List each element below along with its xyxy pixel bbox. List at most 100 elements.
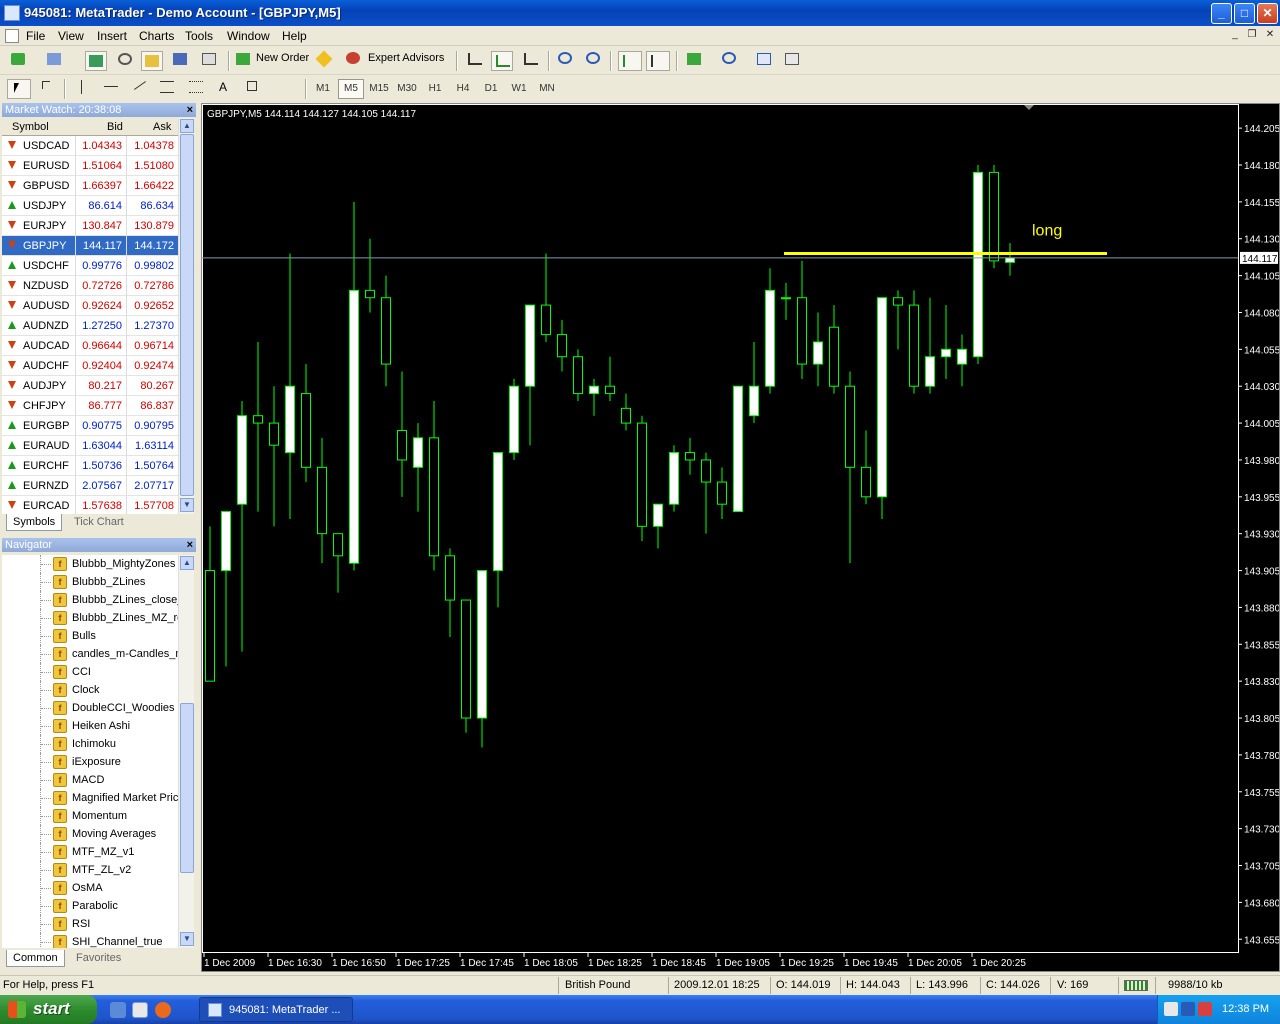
text-tool[interactable]: A [219, 80, 227, 94]
market-watch-row[interactable]: AUDUSD 0.92624 0.92652 [2, 296, 178, 316]
tray-star-icon[interactable] [1181, 1002, 1195, 1016]
column-bid[interactable]: Bid [107, 121, 123, 133]
navigator-indicator-item[interactable]: f MACD [2, 771, 178, 789]
menu-charts[interactable]: Charts [139, 29, 174, 43]
new-order-icon[interactable] [236, 53, 250, 65]
market-watch-row[interactable]: AUDCAD 0.96644 0.96714 [2, 336, 178, 356]
column-ask[interactable]: Ask [153, 121, 171, 133]
timeframe-m15[interactable]: M15 [366, 79, 392, 99]
fibonacci-icon[interactable] [189, 81, 203, 93]
chart-shift-toggle[interactable] [646, 51, 670, 71]
navigator-indicator-item[interactable]: f SHI_Channel_true [2, 933, 178, 948]
timeframe-m1[interactable]: M1 [310, 79, 336, 99]
close-button[interactable]: ✕ [1257, 3, 1278, 24]
zoom-out-icon[interactable] [586, 52, 600, 64]
timeframe-h1[interactable]: H1 [422, 79, 448, 99]
terminal-icon[interactable] [173, 53, 187, 65]
navigator-indicator-item[interactable]: f Blubbb_MightyZones [2, 555, 178, 573]
tray-security-icon[interactable] [1198, 1002, 1212, 1016]
chart-window[interactable]: 144.205 144.180 144.155 144.130 144.105 144.0… [201, 103, 1280, 972]
cursor-tool[interactable] [7, 79, 31, 99]
scroll-down-arrow-icon[interactable]: ▼ [180, 932, 194, 946]
navigator-indicator-item[interactable]: f MTF_ZL_v2 [2, 861, 178, 879]
warning-icon[interactable] [315, 50, 333, 68]
chart-properties-icon[interactable] [785, 53, 799, 65]
menu-help[interactable]: Help [282, 29, 307, 43]
navigator-indicator-item[interactable]: f Blubbb_ZLines [2, 573, 178, 591]
market-watch-row[interactable]: AUDCHF 0.92404 0.92474 [2, 356, 178, 376]
profiles-icon[interactable] [47, 53, 61, 65]
maximize-button[interactable]: □ [1234, 3, 1255, 24]
market-watch-row[interactable]: USDCAD 1.04343 1.04378 [2, 136, 178, 156]
navigator-indicator-item[interactable]: f Bulls [2, 627, 178, 645]
quicklaunch-app-icon[interactable] [132, 1002, 148, 1018]
market-watch-row[interactable]: EURAUD 1.63044 1.63114 [2, 436, 178, 456]
navigator-toggle[interactable] [141, 51, 163, 71]
market-watch-row[interactable]: CHFJPY 86.777 86.837 [2, 396, 178, 416]
market-watch-row[interactable]: USDJPY 86.614 86.634 [2, 196, 178, 216]
market-watch-row[interactable]: GBPJPY 144.117 144.172 [2, 236, 178, 256]
market-watch-row[interactable]: AUDJPY 80.217 80.267 [2, 376, 178, 396]
navigator-indicator-item[interactable]: f MTF_MZ_v1 [2, 843, 178, 861]
navigator-indicator-item[interactable]: f Heiken Ashi [2, 717, 178, 735]
market-watch-row[interactable]: EURCHF 1.50736 1.50764 [2, 456, 178, 476]
navigator-indicator-item[interactable]: f iExposure [2, 753, 178, 771]
auto-scroll-toggle[interactable] [618, 51, 642, 71]
start-button[interactable]: start [0, 995, 97, 1024]
line-chart-icon[interactable] [524, 53, 538, 65]
crosshair-icon[interactable] [42, 81, 50, 89]
market-watch-row[interactable]: USDCHF 0.99776 0.99802 [2, 256, 178, 276]
navigator-indicator-item[interactable]: f RSI [2, 915, 178, 933]
navigator-indicator-item[interactable]: f CCI [2, 663, 178, 681]
minimize-button[interactable]: _ [1211, 3, 1232, 24]
timeframe-m5[interactable]: M5 [338, 79, 364, 99]
navigator-indicator-item[interactable]: f Magnified Market Price [2, 789, 178, 807]
market-watch-row[interactable]: EURNZD 2.07567 2.07717 [2, 476, 178, 496]
indicators-icon[interactable] [687, 53, 701, 65]
vertical-line-icon[interactable] [81, 80, 82, 94]
market-watch-row[interactable]: EURGBP 0.90775 0.90795 [2, 416, 178, 436]
navigator-indicator-item[interactable]: f OsMA [2, 879, 178, 897]
scroll-thumb[interactable] [180, 134, 194, 496]
expert-advisors-button[interactable]: Expert Advisors [368, 52, 444, 64]
navigator-indicator-item[interactable]: f Blubbb_ZLines_close_ [2, 591, 178, 609]
channel-icon[interactable] [160, 81, 174, 93]
firefox-icon[interactable] [155, 1002, 171, 1018]
market-watch-scrollbar[interactable]: ▲ ▼ [178, 118, 194, 514]
scroll-thumb[interactable] [180, 703, 194, 873]
market-watch-toggle[interactable] [85, 51, 107, 71]
new-chart-icon[interactable] [11, 53, 25, 65]
mdi-minimize-button[interactable]: _ [1228, 29, 1242, 42]
scroll-down-arrow-icon[interactable]: ▼ [180, 498, 194, 512]
navigator-indicator-item[interactable]: f Momentum [2, 807, 178, 825]
navigator-indicator-item[interactable]: f DoubleCCI_Woodies [2, 699, 178, 717]
document-icon[interactable] [5, 29, 19, 43]
expert-advisors-icon[interactable] [346, 52, 360, 64]
menu-insert[interactable]: Insert [97, 29, 127, 43]
menu-file[interactable]: File [26, 29, 45, 43]
tab-symbols[interactable]: Symbols [6, 514, 63, 531]
mdi-close-button[interactable]: ✕ [1263, 29, 1277, 42]
tab-common[interactable]: Common [6, 950, 65, 967]
candlestick-chart[interactable]: 144.205 144.180 144.155 144.130 144.105 144.0… [202, 104, 1279, 971]
bar-chart-icon[interactable] [468, 53, 482, 65]
market-watch-row[interactable]: GBPUSD 1.66397 1.66422 [2, 176, 178, 196]
navigator-indicator-item[interactable]: f Clock [2, 681, 178, 699]
tab-tick-chart[interactable]: Tick Chart [68, 514, 130, 531]
scroll-up-arrow-icon[interactable]: ▲ [180, 119, 194, 133]
templates-icon[interactable] [757, 53, 771, 65]
scroll-up-arrow-icon[interactable]: ▲ [180, 556, 194, 570]
strategy-tester-icon[interactable] [202, 53, 216, 65]
timeframe-m30[interactable]: M30 [394, 79, 420, 99]
market-watch-row[interactable]: EURJPY 130.847 130.879 [2, 216, 178, 236]
trendline-icon[interactable] [133, 81, 147, 90]
taskbar-metatrader-button[interactable]: 945081: MetaTrader ... [199, 997, 353, 1022]
tab-favorites[interactable]: Favorites [70, 950, 127, 967]
horizontal-line-icon[interactable] [104, 86, 118, 87]
navigator-indicator-item[interactable]: f Blubbb_ZLines_MZ_re [2, 609, 178, 627]
navigator-close-icon[interactable]: × [187, 538, 193, 552]
tray-network-icon[interactable] [1164, 1002, 1178, 1016]
periods-clock-icon[interactable] [722, 52, 736, 64]
navigator-scrollbar[interactable]: ▲ ▼ [178, 555, 194, 948]
menu-window[interactable]: Window [227, 29, 270, 43]
